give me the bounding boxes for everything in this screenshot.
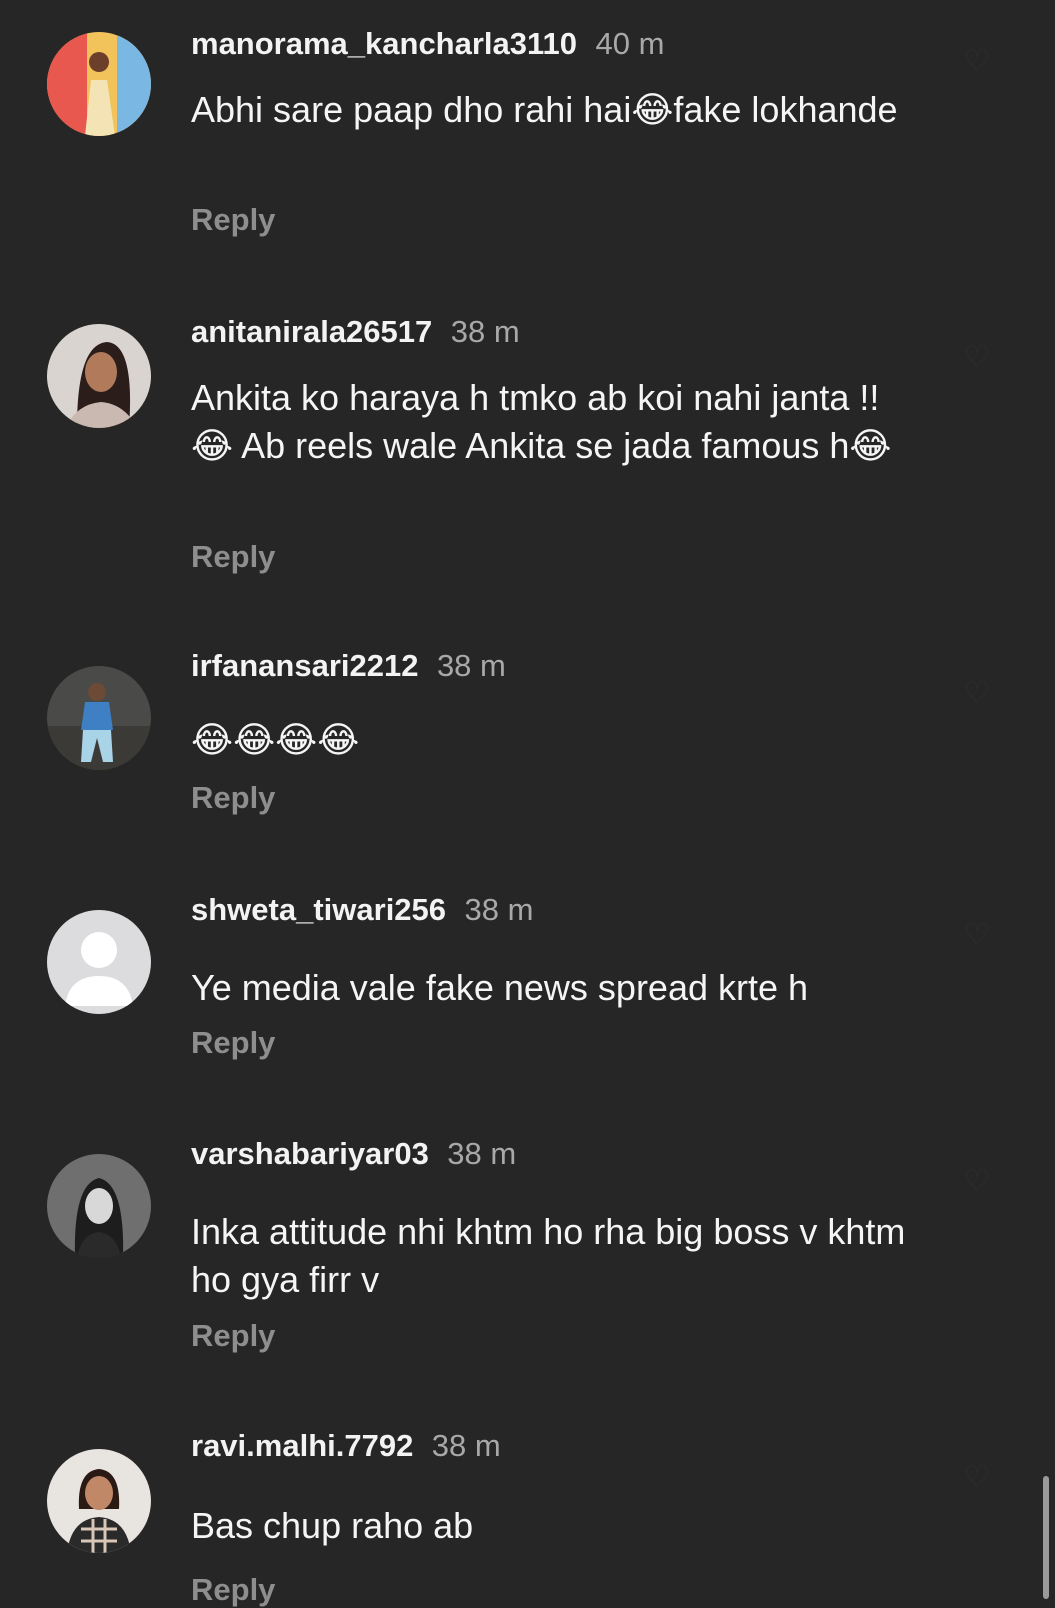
timestamp: 40 m — [595, 26, 665, 61]
default-user-icon — [47, 910, 151, 1014]
username[interactable]: varshabariyar03 — [191, 1136, 429, 1171]
avatar[interactable] — [47, 1154, 151, 1258]
avatar[interactable] — [47, 666, 151, 770]
timestamp: 38 m — [431, 1428, 501, 1463]
comment-meta: manorama_kancharla3110 40 m — [191, 26, 664, 62]
heart-icon[interactable]: ♡ — [959, 1164, 995, 1200]
avatar[interactable] — [47, 32, 151, 136]
comment-text: Ye media vale fake news spread krte h — [191, 967, 809, 1008]
comment-meta: anitanirala26517 38 m — [191, 314, 520, 350]
reply-button[interactable]: Reply — [191, 202, 275, 238]
reply-button[interactable]: Reply — [191, 539, 275, 575]
comment-meta: shweta_tiwari256 38 m — [191, 892, 533, 928]
avatar[interactable] — [47, 1449, 151, 1553]
username[interactable]: irfanansari2212 — [191, 648, 418, 683]
avatar[interactable] — [47, 910, 151, 1014]
heart-icon[interactable]: ♡ — [959, 340, 995, 376]
comment-text: Abhi sare paap dho rahi hai😂fake lokhand… — [191, 89, 898, 130]
comment-meta: varshabariyar03 38 m — [191, 1136, 516, 1172]
timestamp: 38 m — [447, 1136, 517, 1171]
comment-text: Ankita ko haraya h tmko ab koi nahi jant… — [191, 377, 892, 466]
username[interactable]: anitanirala26517 — [191, 314, 432, 349]
reply-button[interactable]: Reply — [191, 1025, 275, 1061]
comment-text: Inka attitude nhi khtm ho rha big boss v… — [191, 1211, 906, 1300]
comment-text: Bas chup raho ab — [191, 1505, 474, 1546]
username[interactable]: shweta_tiwari256 — [191, 892, 446, 927]
heart-icon[interactable]: ♡ — [959, 918, 995, 954]
comment-text: 😂😂😂😂 — [191, 719, 360, 760]
heart-icon[interactable]: ♡ — [959, 676, 995, 712]
username[interactable]: manorama_kancharla3110 — [191, 26, 577, 61]
reply-button[interactable]: Reply — [191, 780, 275, 816]
scrollbar[interactable] — [1043, 1476, 1049, 1599]
timestamp: 38 m — [464, 892, 534, 927]
username[interactable]: ravi.malhi.7792 — [191, 1428, 413, 1463]
timestamp: 38 m — [436, 648, 506, 683]
comment-meta: irfanansari2212 38 m — [191, 648, 506, 684]
heart-icon[interactable]: ♡ — [959, 44, 995, 80]
timestamp: 38 m — [450, 314, 520, 349]
reply-button[interactable]: Reply — [191, 1318, 275, 1354]
comment-meta: ravi.malhi.7792 38 m — [191, 1428, 501, 1464]
reply-button[interactable]: Reply — [191, 1572, 275, 1608]
heart-icon[interactable]: ♡ — [959, 1460, 995, 1496]
avatar[interactable] — [47, 324, 151, 428]
